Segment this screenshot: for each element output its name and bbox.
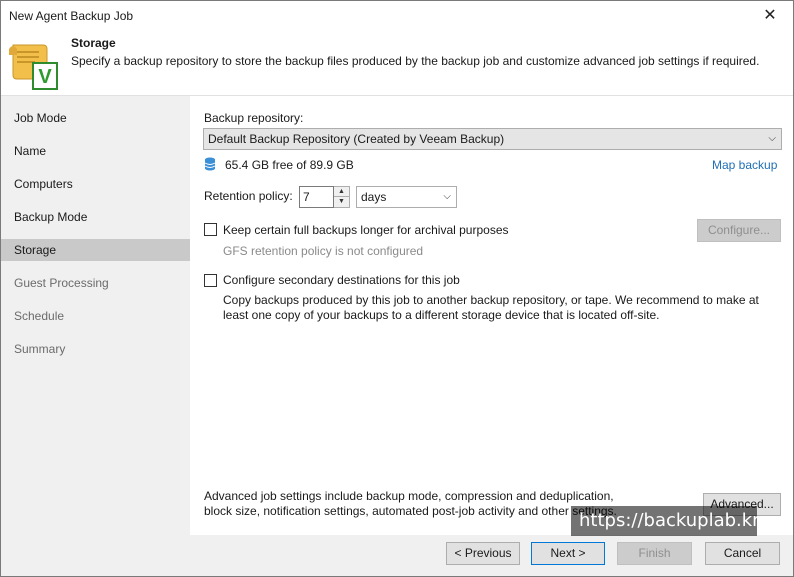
repository-label: Backup repository: [204, 111, 304, 125]
watermark: https://backuplab.kr [571, 506, 760, 536]
previous-button[interactable]: < Previous [446, 542, 520, 565]
map-backup-link[interactable]: Map backup [712, 158, 777, 172]
step-name[interactable]: Name [1, 140, 190, 162]
repository-dropdown[interactable]: Default Backup Repository (Created by Ve… [203, 128, 782, 150]
page-description: Specify a backup repository to store the… [71, 54, 760, 68]
scroll-checkmark-icon: V [9, 44, 58, 90]
chevron-down-icon: ⌵ [768, 133, 776, 144]
step-backup-mode[interactable]: Backup Mode [1, 206, 190, 228]
archival-checkbox[interactable] [204, 223, 217, 236]
retention-unit-value: days [361, 190, 387, 204]
watermark-text: https://backuplab.kr [579, 510, 760, 531]
retention-stepper[interactable]: ▲ ▼ [334, 186, 350, 208]
retention-input[interactable]: 7 [299, 186, 334, 208]
svg-text:V: V [38, 66, 52, 88]
page-title: Storage [71, 36, 116, 50]
stepper-down-icon[interactable]: ▼ [334, 197, 349, 207]
finish-button[interactable]: Finish [617, 542, 692, 565]
storage-panel: Backup repository: Default Backup Reposi… [190, 95, 793, 535]
stepper-up-icon[interactable]: ▲ [334, 187, 349, 197]
secondary-destinations-checkbox[interactable] [204, 274, 217, 287]
free-space-text: 65.4 GB free of 89.9 GB [225, 158, 354, 172]
close-button[interactable]: ✕ [747, 1, 793, 31]
title-bar: New Agent Backup Job ✕ [1, 1, 793, 31]
wizard-steps-sidebar: Job Mode Name Computers Backup Mode Stor… [1, 95, 190, 576]
database-icon [204, 157, 216, 171]
wizard-header: V Storage Specify a backup repository to… [1, 31, 793, 95]
repository-value: Default Backup Repository (Created by Ve… [208, 132, 505, 146]
gfs-status-text: GFS retention policy is not configured [223, 244, 424, 258]
configure-button[interactable]: Configure... [697, 219, 781, 242]
retention-unit-dropdown[interactable]: days ⌵ [356, 186, 457, 208]
window-title: New Agent Backup Job [9, 9, 134, 23]
archival-label[interactable]: Keep certain full backups longer for arc… [223, 223, 509, 237]
step-job-mode[interactable]: Job Mode [1, 107, 190, 129]
secondary-destinations-description: Copy backups produced by this job to ano… [223, 293, 759, 322]
wizard-footer: < Previous Next > Finish Cancel [190, 535, 793, 576]
cancel-button[interactable]: Cancel [705, 542, 780, 565]
secondary-destinations-label[interactable]: Configure secondary destinations for thi… [223, 273, 460, 287]
step-schedule[interactable]: Schedule [1, 305, 190, 327]
wizard-window: New Agent Backup Job ✕ V Storage Specify… [0, 0, 794, 577]
advanced-description: Advanced job settings include backup mod… [204, 489, 617, 518]
next-button[interactable]: Next > [531, 542, 605, 565]
step-summary[interactable]: Summary [1, 338, 190, 360]
step-computers[interactable]: Computers [1, 173, 190, 195]
chevron-down-icon: ⌵ [443, 191, 451, 202]
retention-label: Retention policy: [204, 189, 293, 203]
step-guest-processing[interactable]: Guest Processing [1, 272, 190, 294]
step-storage[interactable]: Storage [1, 239, 190, 261]
